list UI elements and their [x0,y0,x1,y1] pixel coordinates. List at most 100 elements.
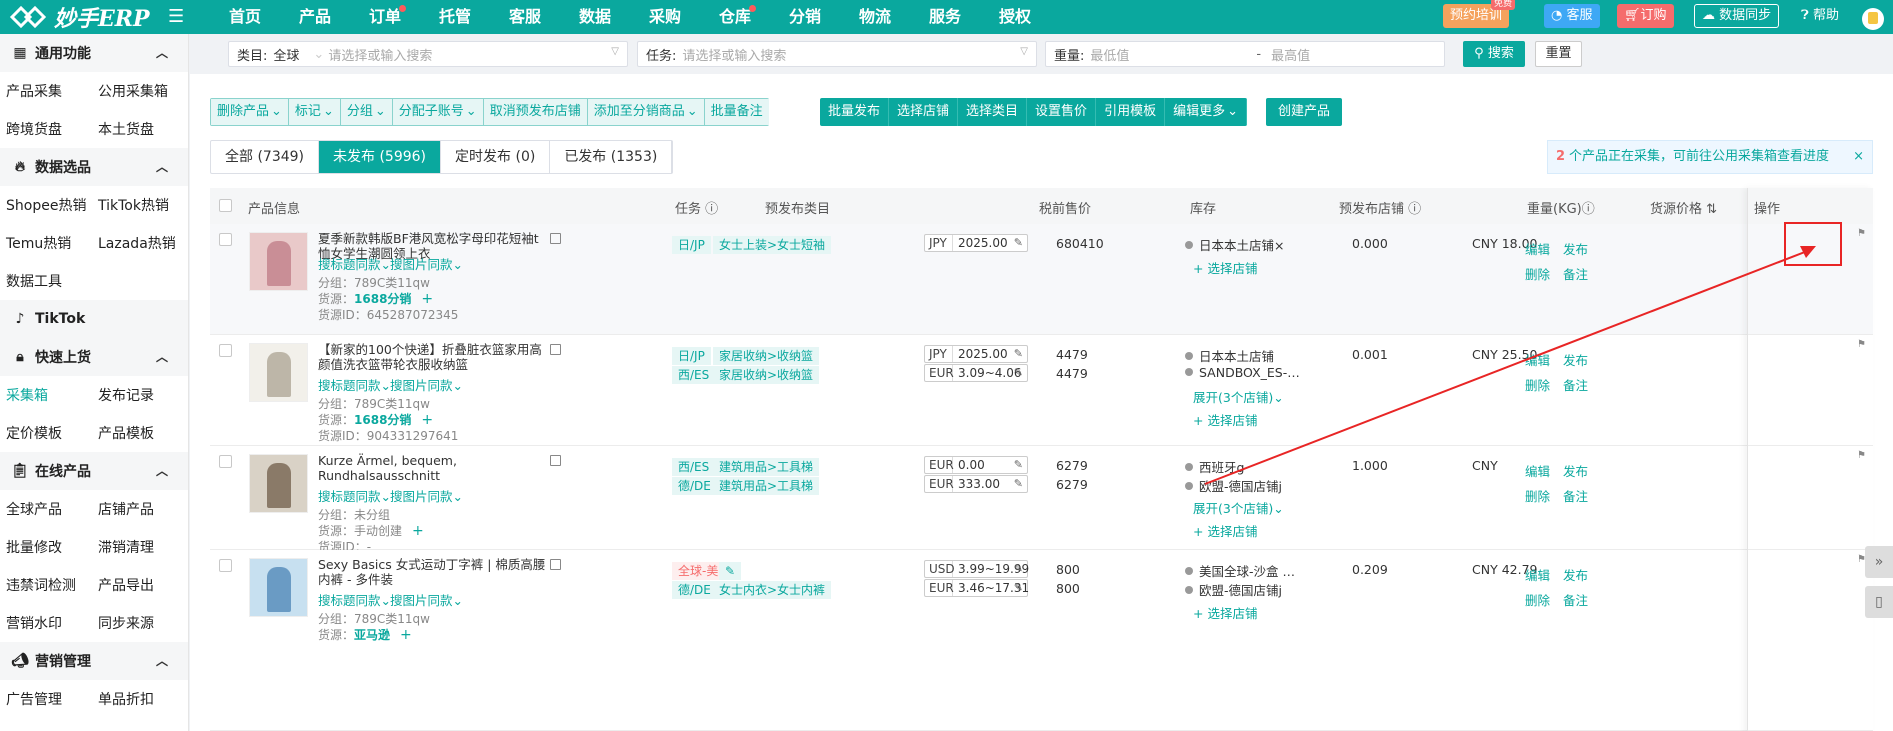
sidebar-item[interactable]: 广告管理 [0,689,92,709]
nav-item-10[interactable]: 服务 [910,0,980,34]
sidebar-row: 产品采集 公用采集箱 [0,72,188,110]
chevron-up-icon[interactable]: ︿ [156,462,168,479]
nav-item-8[interactable]: 分销 [770,0,840,34]
sidebar-section-0[interactable]: ▦ 通用功能 ︿ [0,34,188,72]
data-sync-label: 数据同步 [1719,8,1772,23]
sidebar-item[interactable]: 产品模板 [92,423,184,443]
sidebar-section-3[interactable]: 🔒︎ 快速上货 ︿ [0,338,188,376]
cloud-icon: ☁ [1702,8,1715,23]
nav-item-9[interactable]: 物流 [840,0,910,34]
top-navbar: 妙手ERP ☰ 首页 产品 订单 托管 客服 数据 采购 仓库 分销 物流 服务 授权 预约培训 免费… [0,0,1893,34]
order-label: 订购 [1640,8,1667,23]
nav-item-label: 托管 [438,7,471,26]
sidebar-item[interactable]: 跨境货盘 [0,119,92,139]
sidebar-row: 定价模板 产品模板 [0,414,188,452]
sidebar-section-title: TikTok [35,311,86,327]
help-button[interactable]: ❓︎ 帮助 [1794,4,1846,28]
sidebar-item[interactable]: Temu热销 [0,233,92,253]
nav-item-2[interactable]: 订单 [350,0,420,34]
sidebar-section-4[interactable]: 📋︎ 在线产品 ︿ [0,452,188,490]
sidebar-section-2[interactable]: ♪ TikTok [0,300,188,338]
sidebar-item[interactable]: 采集箱 [0,385,92,405]
chevron-up-icon[interactable]: ︿ [156,158,168,175]
main-content: 类目: 全球 ⌄ 请选择或输入搜索 ▽ 任务: 请选择或输入搜索 ▽ 重量: 最… [190,34,1893,731]
sidebar-item[interactable]: 本土货盘 [92,119,184,139]
sidebar-row: 营销水印 同步来源 [0,604,188,642]
clipboard-icon: 📋︎ [11,463,29,479]
grid-icon: ▦ [13,45,27,61]
nav-item-label: 分销 [788,7,821,26]
sidebar-row: Shopee热销 TikTok热销 [0,186,188,224]
cart-icon: 🛒︎ [1624,8,1641,23]
sidebar-item[interactable]: 产品采集 [0,81,92,101]
service-button[interactable]: ◔ 客服 [1544,4,1600,28]
nav-item-7[interactable]: 仓库 [700,0,770,34]
sidebar-section-1[interactable]: 🔥︎ 数据选品 ︿ [0,148,188,186]
sidebar-item[interactable]: 滞销清理 [92,537,184,557]
sidebar-row: 批量修改 滞销清理 [0,528,188,566]
chevron-up-icon[interactable]: ︿ [156,652,168,669]
sidebar-row: 全球产品 店铺产品 [0,490,188,528]
sidebar-item[interactable]: 公用采集箱 [92,81,184,101]
training-label: 预约培训 [1450,8,1503,23]
data-sync-button[interactable]: ☁ 数据同步 [1694,4,1780,28]
nav-item-label: 物流 [858,7,891,26]
sidebar-item[interactable]: Lazada热销 [92,233,184,253]
nav-item-label: 订单 [368,7,401,26]
nav-item-label: 产品 [298,7,331,26]
order-button[interactable]: 🛒︎订购 [1617,4,1674,28]
logo-icon [9,5,47,29]
sidebar-item[interactable]: Shopee热销 [0,195,92,215]
nav-item-3[interactable]: 托管 [420,0,490,34]
annotation-arrow [1204,246,1816,485]
nav-item-label: 数据 [578,7,611,26]
sidebar-row: 违禁词检测 产品导出 [0,566,188,604]
free-badge: 免费 [1491,0,1516,10]
collapse-panel-button[interactable]: » [1865,546,1893,578]
nav-item-label: 客服 [508,7,541,26]
chevron-up-icon[interactable]: ︿ [156,348,168,365]
notification-dot [399,5,406,12]
sidebar-section-title: 通用功能 [35,46,91,62]
bag-icon: 🔒︎ [16,349,24,365]
megaphone-icon: 📣︎ [11,653,29,669]
sidebar-item[interactable]: 营销水印 [0,613,92,633]
sidebar-row: 广告管理 单品折扣 [0,680,188,718]
help-icon: ❓︎ [1801,8,1809,23]
sidebar-row: 采集箱 发布记录 [0,376,188,414]
nav-item-6[interactable]: 采购 [630,0,700,34]
sidebar-item[interactable]: 数据工具 [0,271,92,291]
logo[interactable]: 妙手ERP [8,0,150,34]
sidebar-item[interactable]: 同步来源 [92,613,184,633]
training-button[interactable]: 预约培训 免费 [1443,0,1516,28]
sidebar-section-title: 数据选品 [35,160,91,176]
sidebar-section-5[interactable]: 📣︎ 营销管理 ︿ [0,642,188,680]
chat-icon: ◔ [1551,8,1563,23]
sidebar-item[interactable]: 违禁词检测 [0,575,92,595]
notification-dot [749,5,756,12]
sidebar-item[interactable]: 批量修改 [0,537,92,557]
tiktok-icon: ♪ [15,311,25,327]
help-label: 帮助 [1812,8,1839,23]
sidebar: ▦ 通用功能 ︿ 产品采集 公用采集箱 跨境货盘 本土货盘 🔥︎ 数据选品 ︿ Shopee热销 Ti… [0,34,189,731]
sidebar-item[interactable]: 全球产品 [0,499,92,519]
sidebar-item[interactable]: TikTok热销 [92,195,184,215]
sidebar-item[interactable]: 发布记录 [92,385,184,405]
nav-item-4[interactable]: 客服 [490,0,560,34]
chevron-up-icon[interactable]: ︿ [156,44,168,61]
menu-toggle-icon[interactable]: ☰ [168,6,184,27]
sidebar-item[interactable]: 店铺产品 [92,499,184,519]
service-label: 客服 [1566,8,1593,23]
nav-item-label: 采购 [648,7,681,26]
nav-item-1[interactable]: 产品 [280,0,350,34]
avatar[interactable] [1862,8,1884,30]
sidebar-item[interactable]: 单品折扣 [92,689,184,709]
sidebar-item[interactable]: 定价模板 [0,423,92,443]
nav-item-5[interactable]: 数据 [560,0,630,34]
sidebar-item[interactable]: 产品导出 [92,575,184,595]
nav-item-11[interactable]: 授权 [980,0,1050,34]
sidebar-section-title: 快速上货 [35,350,91,366]
mobile-icon[interactable]: ▯ [1865,586,1893,618]
logo-text: 妙手ERP [54,6,150,32]
nav-item-0[interactable]: 首页 [210,0,280,34]
